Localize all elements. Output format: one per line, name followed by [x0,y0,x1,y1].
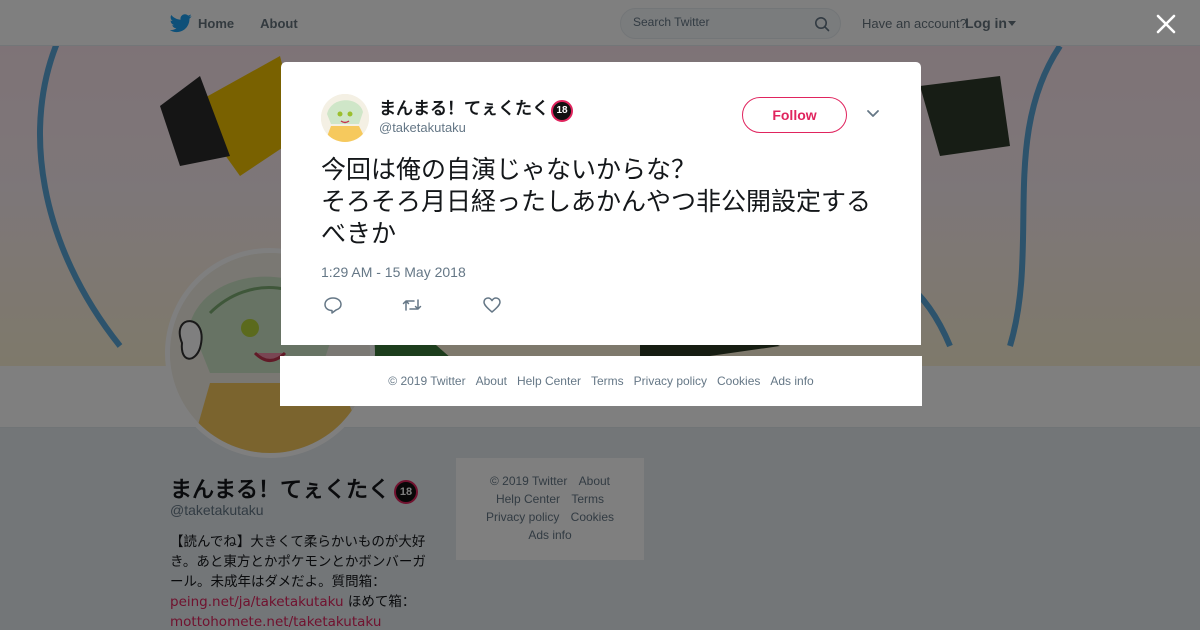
tweet-age-badge: 18 [551,100,573,122]
reply-icon[interactable] [323,295,343,315]
footer-copyright: © 2019 Twitter [388,374,466,388]
like-icon[interactable] [482,295,502,315]
footer-ads-link[interactable]: Ads info [770,374,813,388]
tweet-author-name-text[interactable]: まんまる！てぇくたく [379,99,549,119]
tweet-author-avatar[interactable] [321,94,369,142]
footer-cookies-link[interactable]: Cookies [717,374,760,388]
footer-privacy-link[interactable]: Privacy policy [634,374,707,388]
tweet-text: 今回は俺の自演じゃないからな？ そろそろ月日経ったしあかんやつ非公開設定するべき… [321,155,872,248]
footer-terms-link[interactable]: Terms [591,374,624,388]
chevron-down-icon[interactable] [866,109,880,119]
footer-about-link[interactable]: About [476,374,507,388]
modal-footer: © 2019 Twitter About Help Center Terms P… [280,356,922,406]
retweet-icon[interactable] [402,295,422,315]
follow-button[interactable]: Follow [742,97,847,133]
tweet-author-handle[interactable]: @taketakutaku [379,120,466,135]
tweet-author-name[interactable]: まんまる！てぇくたく 18 [379,94,573,122]
footer-help-link[interactable]: Help Center [517,374,581,388]
tweet-avatar-artwork [321,94,369,142]
tweet-timestamp[interactable]: 1:29 AM - 15 May 2018 [321,264,466,280]
tweet-modal: まんまる！てぇくたく 18 @taketakutaku Follow 今回は俺の自… [281,62,921,345]
close-icon[interactable] [1153,11,1179,37]
